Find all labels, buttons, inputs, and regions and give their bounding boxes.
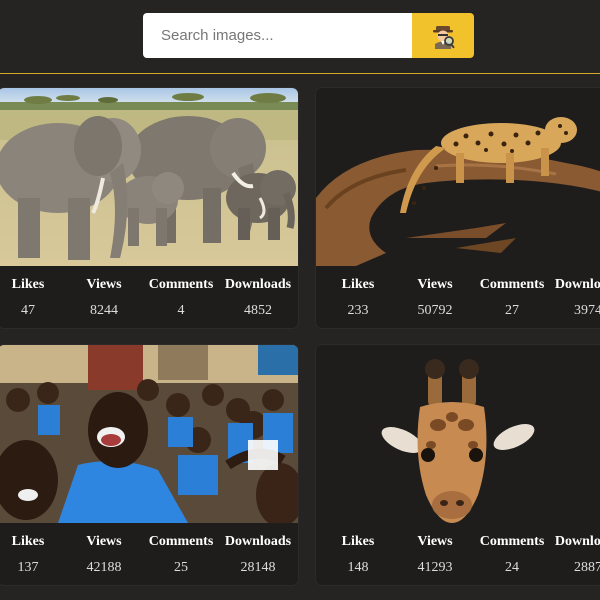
leopard-photo[interactable] xyxy=(316,88,600,266)
comments-value: 24 xyxy=(505,560,519,575)
card-stats: Likes 148 Views 41293 Comments 24 Downlo… xyxy=(316,523,600,585)
comments-stat: Comments 4 xyxy=(141,266,221,318)
likes-label: Likes xyxy=(11,534,45,549)
likes-stat: Likes 137 xyxy=(0,523,68,575)
views-stat: Views 8244 xyxy=(64,266,144,318)
likes-value: 148 xyxy=(347,560,369,575)
children-photo[interactable] xyxy=(0,345,298,523)
comments-label: Comments xyxy=(479,534,545,549)
header xyxy=(0,0,600,74)
detective-icon xyxy=(433,25,455,49)
card-stats: Likes 47 Views 8244 Comments 4 Downloads… xyxy=(0,266,298,328)
image-card[interactable]: Likes 148 Views 41293 Comments 24 Downlo… xyxy=(316,345,600,585)
views-label: Views xyxy=(86,277,122,292)
likes-stat: Likes 47 xyxy=(0,266,68,318)
likes-value: 233 xyxy=(347,303,369,318)
views-value: 42188 xyxy=(86,560,122,575)
downloads-label: Downloads xyxy=(554,277,600,292)
downloads-label: Downloads xyxy=(554,534,600,549)
downloads-value: 2887 xyxy=(574,560,600,575)
views-value: 41293 xyxy=(417,560,453,575)
views-value: 50792 xyxy=(417,303,453,318)
likes-label: Likes xyxy=(341,277,375,292)
image-card[interactable]: Likes 137 Views 42188 Comments 25 Downlo… xyxy=(0,345,298,585)
downloads-label: Downloads xyxy=(224,534,292,549)
comments-value: 4 xyxy=(177,303,185,318)
downloads-stat: Downloads 28148 xyxy=(218,523,298,575)
views-label: Views xyxy=(86,534,122,549)
likes-stat: Likes 233 xyxy=(318,266,398,318)
likes-value: 137 xyxy=(17,560,39,575)
likes-label: Likes xyxy=(341,534,375,549)
views-value: 8244 xyxy=(90,303,118,318)
downloads-stat: Downloads 3974 xyxy=(548,266,600,318)
search-button[interactable] xyxy=(412,13,474,58)
views-stat: Views 42188 xyxy=(64,523,144,575)
views-stat: Views 50792 xyxy=(395,266,475,318)
comments-label: Comments xyxy=(479,277,545,292)
downloads-stat: Downloads 2887 xyxy=(548,523,600,575)
comments-label: Comments xyxy=(148,534,214,549)
comments-label: Comments xyxy=(148,277,214,292)
views-label: Views xyxy=(417,534,453,549)
card-stats: Likes 137 Views 42188 Comments 25 Downlo… xyxy=(0,523,298,585)
downloads-value: 3974 xyxy=(574,303,600,318)
downloads-value: 28148 xyxy=(240,560,276,575)
comments-value: 25 xyxy=(174,560,188,575)
views-label: Views xyxy=(417,277,453,292)
card-stats: Likes 233 Views 50792 Comments 27 Downlo… xyxy=(316,266,600,328)
comments-stat: Comments 27 xyxy=(472,266,552,318)
likes-stat: Likes 148 xyxy=(318,523,398,575)
downloads-value: 4852 xyxy=(244,303,272,318)
image-card[interactable]: Likes 47 Views 8244 Comments 4 Downloads… xyxy=(0,88,298,328)
elephants-photo[interactable] xyxy=(0,88,298,266)
search-form xyxy=(143,13,474,58)
downloads-stat: Downloads 4852 xyxy=(218,266,298,318)
downloads-label: Downloads xyxy=(224,277,292,292)
comments-value: 27 xyxy=(505,303,519,318)
search-input[interactable] xyxy=(143,13,412,58)
comments-stat: Comments 24 xyxy=(472,523,552,575)
likes-label: Likes xyxy=(11,277,45,292)
giraffe-photo[interactable] xyxy=(316,345,600,523)
likes-value: 47 xyxy=(21,303,35,318)
comments-stat: Comments 25 xyxy=(141,523,221,575)
image-card[interactable]: Likes 233 Views 50792 Comments 27 Downlo… xyxy=(316,88,600,328)
views-stat: Views 41293 xyxy=(395,523,475,575)
